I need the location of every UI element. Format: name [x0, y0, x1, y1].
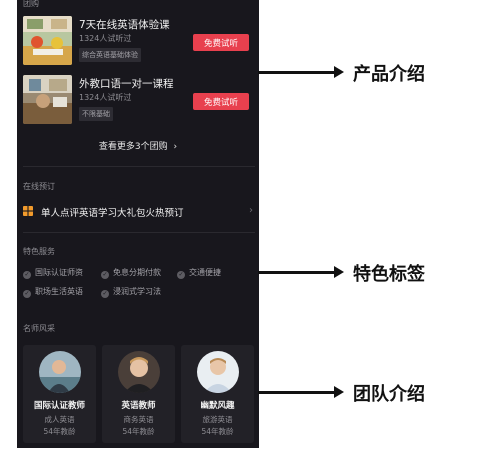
- trial-count: 1324人试听过: [79, 34, 132, 43]
- group-buy-card[interactable]: 7天在线英语体验课 1324人试听过 综合英语基础体验 免费试听: [23, 16, 255, 66]
- teacher-subject: 商务英语: [123, 415, 154, 424]
- teacher-experience: 54年教龄: [201, 427, 234, 436]
- course-title: 7天在线英语体验课: [79, 19, 170, 31]
- check-icon: ✓: [101, 271, 109, 279]
- teacher-name: 幽默风趣: [200, 401, 235, 411]
- arrow-right-icon: [334, 386, 344, 398]
- section-title-group-buy: 团购: [23, 0, 39, 8]
- booking-item[interactable]: 单人点评英语学习大礼包火热预订 ›: [23, 205, 255, 219]
- check-icon: ✓: [177, 271, 185, 279]
- feature-tag: ✓ 职场生活英语: [23, 287, 83, 298]
- feature-tag: ✓ 浸润式学习法: [101, 287, 161, 298]
- feature-tag: ✓ 免息分期付款: [101, 268, 161, 279]
- course-tag: 不限基础: [79, 107, 113, 121]
- arrow-right-icon: [334, 266, 344, 278]
- course-thumbnail: [23, 75, 72, 124]
- teacher-card[interactable]: 英语教师 商务英语 54年教龄: [102, 345, 175, 443]
- course-tag: 综合英语基础体验: [79, 48, 141, 62]
- teacher-avatar: [117, 351, 160, 393]
- arrow-right-icon: [334, 66, 344, 78]
- divider: [23, 166, 255, 167]
- check-icon: ✓: [23, 271, 31, 279]
- app-screen: 团购 7天在线英语体验课 1324人试听过 综合英语基础体验 免费试听 外教口语…: [17, 0, 259, 448]
- trial-count: 1324人试听过: [79, 93, 132, 102]
- group-buy-card[interactable]: 外教口语一对一课程 1324人试听过 不限基础 免费试听: [23, 75, 255, 125]
- teacher-experience: 54年教龄: [122, 427, 155, 436]
- teacher-name: 英语教师: [121, 401, 156, 411]
- teacher-avatar: [196, 351, 239, 393]
- booking-item-label: 单人点评英语学习大礼包火热预订: [41, 208, 184, 219]
- arrow-line: [258, 271, 336, 274]
- teacher-card[interactable]: 国际认证教师 成人英语 54年教龄: [23, 345, 96, 443]
- annotation-label: 团队介绍: [353, 384, 425, 405]
- course-title: 外教口语一对一课程: [79, 78, 174, 90]
- teacher-subject: 成人英语: [44, 415, 75, 424]
- feature-tag: ✓ 国际认证师资: [23, 268, 83, 279]
- chevron-right-icon: ›: [173, 142, 178, 152]
- free-trial-button[interactable]: 免费试听: [193, 93, 249, 110]
- teacher-avatar: [38, 351, 81, 393]
- section-title-teachers: 名师风采: [23, 324, 55, 333]
- free-trial-button[interactable]: 免费试听: [193, 34, 249, 51]
- gift-icon: [23, 206, 33, 216]
- course-thumbnail: [23, 16, 72, 65]
- annotation-label: 特色标签: [353, 264, 425, 285]
- teacher-card[interactable]: 幽默风趣 旅游英语 54年教龄: [181, 345, 254, 443]
- teacher-name: 国际认证教师: [33, 401, 85, 411]
- teacher-subject: 旅游英语: [202, 415, 233, 424]
- annotation-label: 产品介绍: [353, 64, 425, 85]
- more-link-label: 查看更多3个团购: [98, 142, 168, 152]
- feature-tag: ✓ 交通便捷: [177, 268, 221, 279]
- check-icon: ✓: [23, 290, 31, 298]
- chevron-right-icon: ›: [249, 205, 253, 216]
- teacher-experience: 54年教龄: [43, 427, 76, 436]
- section-title-features: 特色服务: [23, 247, 55, 256]
- check-icon: ✓: [101, 290, 109, 298]
- arrow-line: [258, 391, 336, 394]
- section-title-booking: 在线预订: [23, 182, 55, 191]
- divider: [23, 232, 255, 233]
- arrow-line: [258, 71, 336, 74]
- more-group-buy-link[interactable]: 查看更多3个团购 ›: [17, 139, 259, 152]
